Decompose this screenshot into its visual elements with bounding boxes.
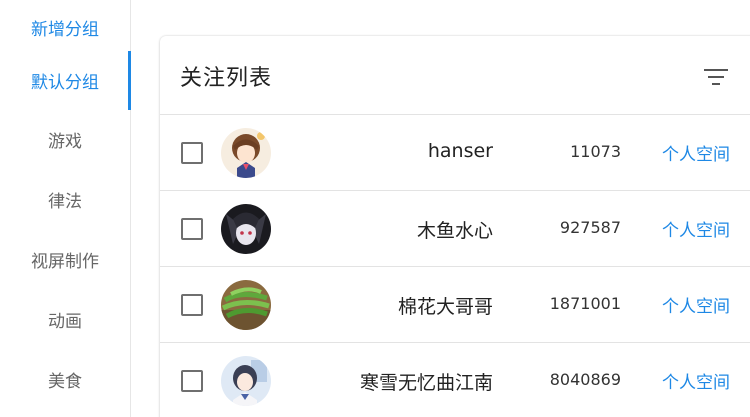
sidebar: 新增分组 默认分组 游戏 律法 视屏制作 动画 美食 (0, 0, 131, 417)
card-title: 关注列表 (180, 66, 273, 91)
profile-link[interactable]: 个人空间 (662, 140, 730, 165)
profile-link[interactable]: 个人空间 (662, 216, 730, 241)
avatar (221, 280, 271, 330)
user-name: hanser (427, 140, 493, 162)
active-indicator (128, 51, 131, 110)
sidebar-item-animation[interactable]: 动画 (0, 289, 130, 349)
follow-list-card: 关注列表 hanser 11073 个人空间 木鱼水心 927587 个人空间 … (160, 36, 750, 417)
follower-count: 8040869 (549, 370, 621, 389)
follower-count: 1871001 (549, 294, 621, 313)
row-checkbox[interactable] (181, 370, 203, 392)
list-item: 寒雪无忆曲江南 8040869 个人空间 (160, 342, 750, 417)
sidebar-item-default-group[interactable]: 默认分组 (0, 50, 130, 110)
follower-count: 11073 (570, 142, 621, 161)
list-item: 棉花大哥哥 1871001 个人空间 (160, 266, 750, 342)
follower-count: 927587 (559, 218, 621, 237)
sidebar-item-law[interactable]: 律法 (0, 169, 130, 229)
avatar (221, 128, 271, 178)
avatar (221, 356, 271, 406)
row-checkbox[interactable] (181, 294, 203, 316)
list-item: hanser 11073 个人空间 (160, 114, 750, 190)
profile-link[interactable]: 个人空间 (662, 292, 730, 317)
user-name: 棉花大哥哥 (397, 296, 493, 318)
avatar (221, 204, 271, 254)
row-checkbox[interactable] (181, 142, 203, 164)
row-checkbox[interactable] (181, 218, 203, 240)
user-name: 木鱼水心 (416, 220, 493, 242)
profile-link[interactable]: 个人空间 (662, 368, 730, 393)
user-name: 寒雪无忆曲江南 (359, 372, 493, 394)
sidebar-item-games[interactable]: 游戏 (0, 109, 130, 169)
sidebar-item-new-group[interactable]: 新增分组 (0, 0, 130, 57)
sidebar-item-food[interactable]: 美食 (0, 349, 130, 409)
filter-list-icon[interactable] (702, 66, 730, 88)
sidebar-item-video-production[interactable]: 视屏制作 (0, 229, 130, 289)
list-item: 木鱼水心 927587 个人空间 (160, 190, 750, 266)
